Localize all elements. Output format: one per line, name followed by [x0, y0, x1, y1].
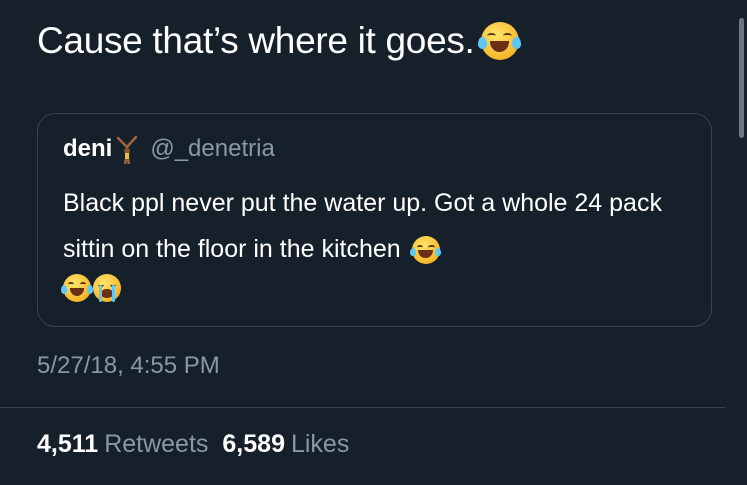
quoted-author-name: deni [63, 135, 113, 162]
retweets-label: Retweets [104, 430, 209, 458]
quoted-author-handle: @_denetria [150, 135, 275, 162]
person-doing-cartwheel-icon [114, 134, 140, 165]
divider [0, 407, 725, 408]
tweet-timestamp[interactable]: 5/27/18, 4:55 PM [37, 352, 220, 380]
loudly-crying-face-icon [93, 274, 121, 302]
tweet-text-content: Cause that’s where it goes. [37, 20, 475, 61]
likes-count: 6,589 [222, 430, 285, 458]
tweet-stats: 4,511 Retweets 6,589 Likes [37, 430, 349, 459]
face-with-tears-of-joy-icon [409, 236, 442, 265]
retweets-stat[interactable]: 4,511 Retweets [37, 430, 208, 458]
quoted-tweet-card[interactable]: deni @_denetria Black ppl never put the … [37, 113, 712, 327]
likes-label: Likes [290, 430, 350, 458]
retweets-count: 4,511 [37, 430, 99, 458]
quoted-tweet-header: deni @_denetria [63, 134, 275, 165]
face-with-tears-of-joy-icon [61, 274, 93, 302]
quoted-tweet-emoji-row [61, 274, 121, 302]
likes-stat[interactable]: 6,589 Likes [222, 430, 349, 458]
quoted-tweet-text: Black ppl never put the water up. Got a … [63, 189, 662, 263]
tweet-text: Cause that’s where it goes. [37, 20, 521, 62]
scrollbar[interactable] [739, 18, 744, 138]
face-with-tears-of-joy-icon [478, 22, 521, 60]
quoted-tweet-body: Black ppl never put the water up. Got a … [63, 180, 693, 272]
